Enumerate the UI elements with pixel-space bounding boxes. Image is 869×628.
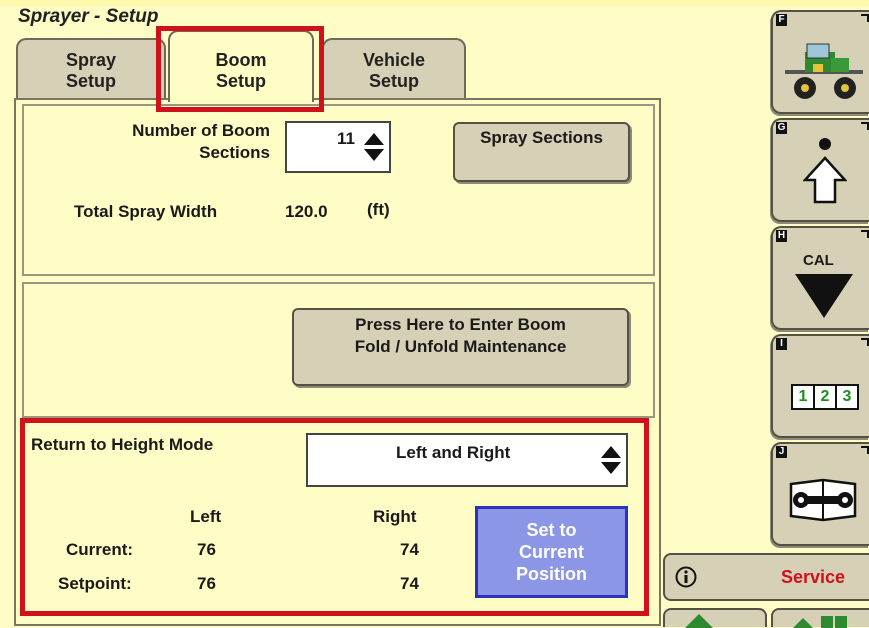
corner-mark (861, 446, 869, 454)
layout-icon (793, 616, 847, 628)
home-up-arrow-icon (803, 138, 847, 204)
tab-label-line2: Setup (368, 71, 419, 91)
softkey-f[interactable]: F (771, 10, 869, 114)
service-button[interactable]: Service (663, 553, 869, 601)
corner-mark (861, 338, 869, 346)
softkey-letter: G (776, 122, 787, 134)
window-title: Sprayer - Setup (18, 6, 159, 27)
softkey-g[interactable]: G (771, 118, 869, 222)
spray-width-value: 120.0 (285, 202, 328, 221)
cal-label: CAL (803, 252, 834, 269)
up-down-arrows-icon[interactable] (363, 132, 385, 162)
wrench-manual-icon (789, 478, 857, 522)
spray-width-label: Total Spray Width (74, 202, 218, 221)
info-icon (675, 566, 697, 588)
spray-width-unit: (ft) (367, 200, 390, 219)
sprayer-vehicle-icon (785, 43, 863, 99)
softkey-letter: J (776, 446, 787, 458)
tab-spray-setup[interactable]: Spray Setup (16, 38, 166, 100)
digit-2: 2 (815, 384, 837, 410)
boom-fold-maintenance-button[interactable]: Press Here to Enter Boom Fold / Unfold M… (292, 308, 629, 386)
softkey-j[interactable]: J (771, 442, 869, 546)
number-123-icon: 1 2 3 (791, 384, 859, 410)
corner-mark (861, 14, 869, 22)
boom-sections-label-line1: Number of Boom (132, 121, 270, 140)
tab-vehicle-setup[interactable]: Vehicle Setup (322, 38, 466, 100)
softkey-i[interactable]: I 1 2 3 (771, 334, 869, 438)
corner-mark (861, 122, 869, 130)
softkey-letter: F (776, 14, 787, 26)
spray-sections-button[interactable]: Spray Sections (453, 122, 630, 182)
digit-1: 1 (791, 384, 815, 410)
boom-sections-stepper[interactable]: 11 (285, 121, 391, 173)
arrow-icon (685, 614, 713, 628)
service-label: Service (781, 567, 846, 587)
boom-sections-label: Number of Boom Sections (86, 120, 270, 164)
digit-3: 3 (837, 384, 859, 410)
softkey-letter: H (776, 230, 787, 242)
boom-sections-value: 11 (337, 129, 355, 148)
fold-button-line2: Fold / Unfold Maintenance (354, 337, 567, 356)
softkey-h[interactable]: H CAL (771, 226, 869, 330)
tab-label-line2: Setup (65, 71, 116, 91)
bottom-right-button[interactable] (771, 608, 869, 628)
tab-label-line1: Spray (65, 50, 117, 70)
fold-button-line1: Press Here to Enter Boom (355, 315, 566, 334)
softkey-letter: I (776, 338, 787, 350)
corner-mark (861, 230, 869, 238)
highlight-height-mode (20, 418, 649, 616)
boom-sections-label-line2: Sections (199, 143, 270, 162)
tab-label-line1: Vehicle (362, 50, 426, 70)
highlight-boom-tab (156, 26, 324, 112)
cal-down-triangle-icon (795, 274, 853, 318)
bottom-left-button[interactable] (663, 608, 767, 628)
